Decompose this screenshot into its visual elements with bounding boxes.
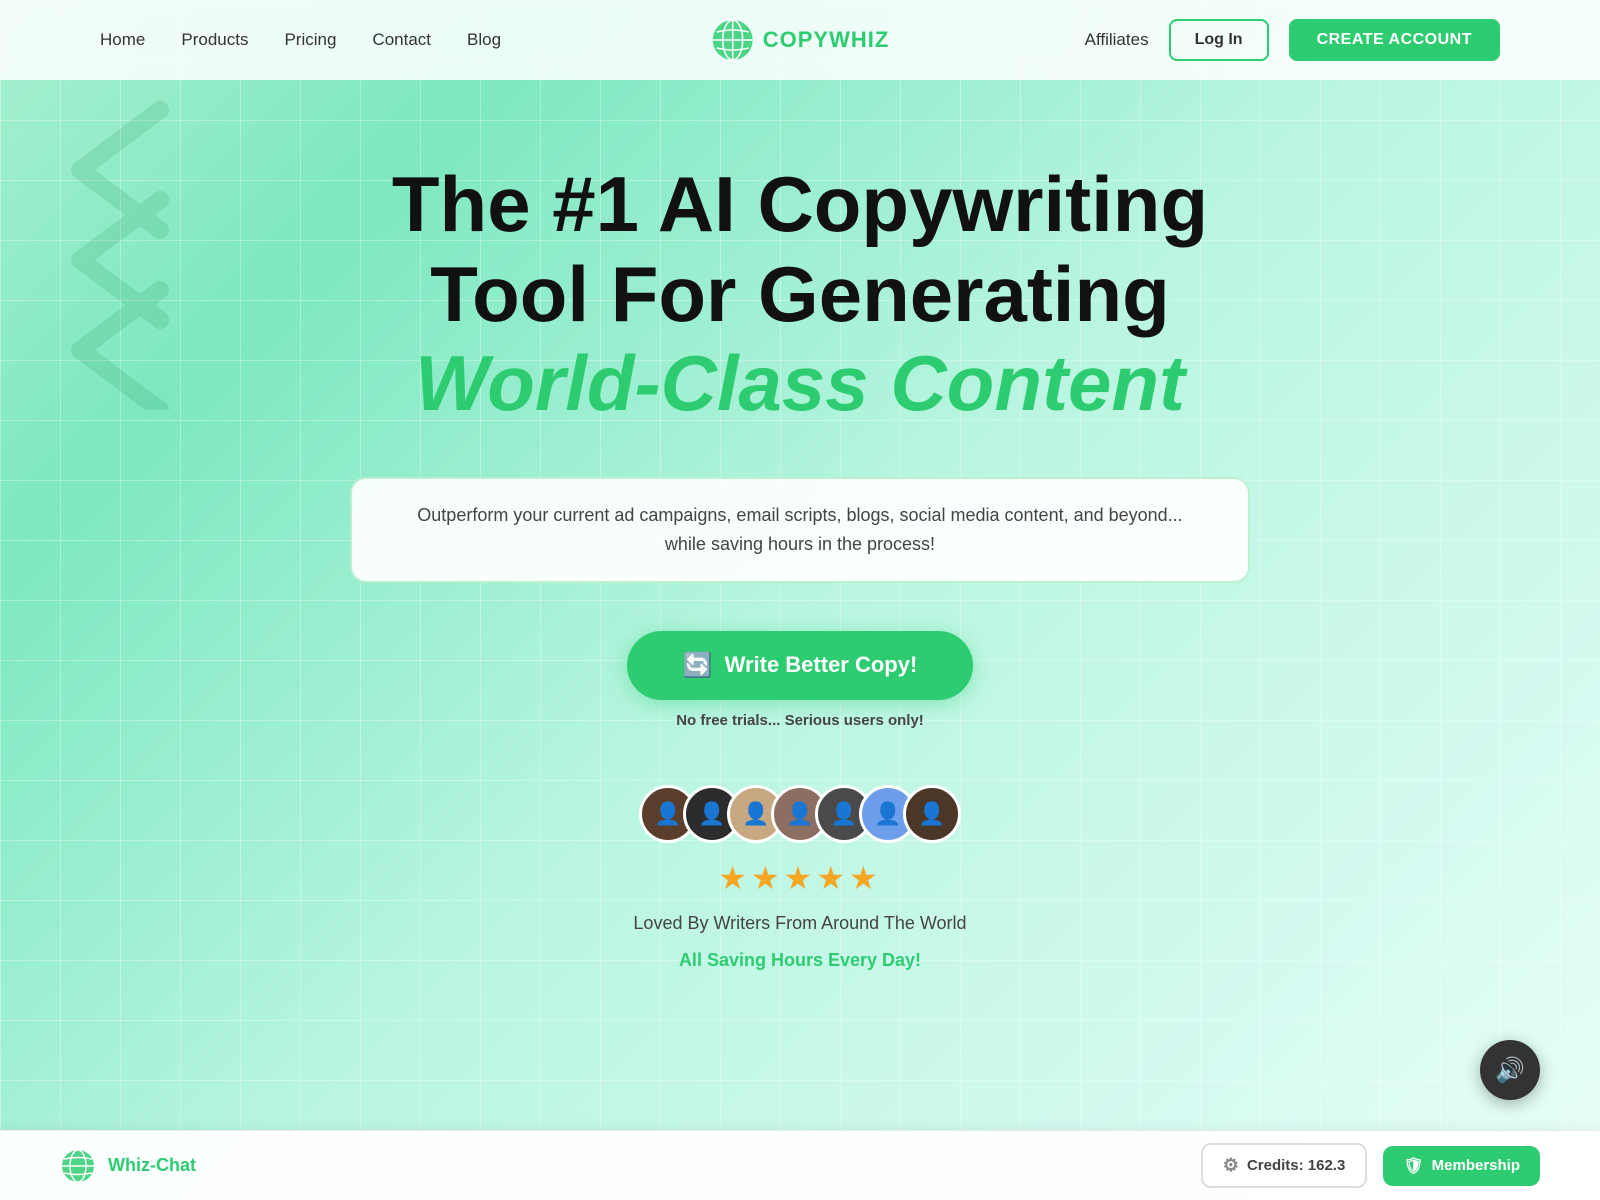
whiz-chat-label: Whiz-Chat <box>108 1155 196 1176</box>
avatar-group: 👤 👤 👤 👤 👤 👤 👤 <box>639 785 961 843</box>
nav-affiliates[interactable]: Affiliates <box>1085 30 1149 50</box>
hero-section: The #1 AI Copywriting Tool For Generatin… <box>0 80 1600 971</box>
hero-subtitle: Outperform your current ad campaigns, em… <box>350 477 1250 583</box>
nav-right: Affiliates Log In CREATE ACCOUNT <box>1085 19 1500 61</box>
create-account-button[interactable]: CREATE ACCOUNT <box>1289 19 1500 61</box>
nav-blog[interactable]: Blog <box>467 30 501 50</box>
star-rating: ★★★★★ <box>718 859 881 897</box>
cta-icon: 🔄 <box>683 651 713 680</box>
nav-pricing[interactable]: Pricing <box>284 30 336 50</box>
cta-note: No free trials... Serious users only! <box>676 712 924 729</box>
cta-button[interactable]: 🔄 Write Better Copy! <box>627 631 974 700</box>
sound-icon: 🔊 <box>1495 1056 1525 1085</box>
hero-title: The #1 AI Copywriting Tool For Generatin… <box>392 160 1208 339</box>
social-proof: 👤 👤 👤 👤 👤 👤 👤 ★★★★★ Loved By Writers Fro… <box>633 785 966 971</box>
bottom-right: ⚙ Credits: 162.3 🛡 Membership <box>1201 1143 1540 1188</box>
nav-products[interactable]: Products <box>181 30 248 50</box>
membership-badge[interactable]: 🛡 Membership <box>1383 1146 1540 1186</box>
logo-globe-icon <box>711 18 755 62</box>
cta-section: 🔄 Write Better Copy! No free trials... S… <box>627 631 974 729</box>
loved-text: Loved By Writers From Around The World <box>633 913 966 934</box>
membership-icon: 🛡 <box>1403 1156 1423 1176</box>
credits-label: Credits: 162.3 <box>1247 1157 1345 1174</box>
login-button[interactable]: Log In <box>1169 19 1269 61</box>
cta-button-label: Write Better Copy! <box>725 652 918 678</box>
logo-text: COPYWHIZ <box>763 27 890 53</box>
whiz-chat-globe-icon <box>60 1148 96 1184</box>
membership-label: Membership <box>1432 1157 1520 1174</box>
navbar: Home Products Pricing Contact Blog COPYW… <box>0 0 1600 80</box>
logo[interactable]: COPYWHIZ <box>711 18 890 62</box>
saving-text: All Saving Hours Every Day! <box>679 950 921 971</box>
nav-left: Home Products Pricing Contact Blog <box>100 30 501 50</box>
avatar: 👤 <box>903 785 961 843</box>
credits-badge[interactable]: ⚙ Credits: 162.3 <box>1201 1143 1368 1188</box>
bottom-bar: Whiz-Chat ⚙ Credits: 162.3 🛡 Membership <box>0 1130 1600 1200</box>
credits-icon: ⚙ <box>1223 1155 1239 1176</box>
whiz-chat[interactable]: Whiz-Chat <box>60 1148 196 1184</box>
nav-contact[interactable]: Contact <box>372 30 431 50</box>
hero-title-highlight: World-Class Content <box>415 339 1185 429</box>
nav-home[interactable]: Home <box>100 30 145 50</box>
sound-button[interactable]: 🔊 <box>1480 1040 1540 1100</box>
